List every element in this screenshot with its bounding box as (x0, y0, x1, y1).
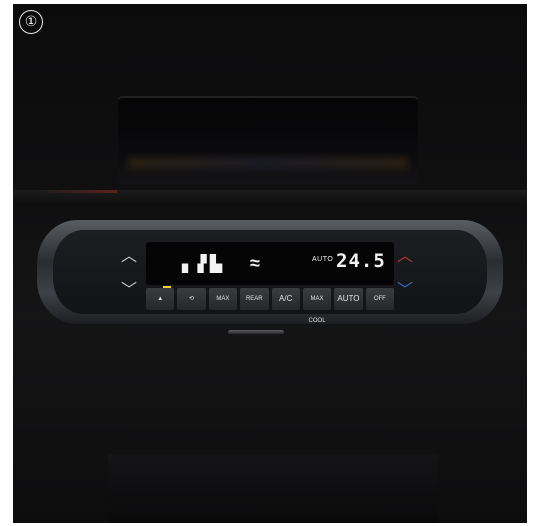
infotainment-screen (118, 96, 418, 184)
fan-speed-icon: ▖▗▘▙ (182, 256, 222, 273)
max-defrost-button[interactable]: MAX (208, 288, 238, 310)
dash-accent-stitch (37, 190, 117, 193)
max-cool-button[interactable]: MAX COOL (302, 288, 332, 324)
chevron-up-icon: ︿ (120, 248, 137, 265)
climate-display: ▖▗▘▙ ≈ AUTO 24.5 (146, 242, 394, 285)
dashboard-photo: ① ︿ ﹀ ︿ ﹀ ▖▗▘▙ ≈ AUTO 24.5 ▲ ⟲ MAX REAR … (13, 4, 527, 523)
chevron-down-icon: ﹀ (120, 282, 137, 299)
chevron-down-icon: ﹀ (396, 282, 413, 299)
panel-slot (228, 330, 284, 334)
ac-button[interactable]: A/C (271, 288, 300, 310)
airflow-mode-icon: ≈ (250, 253, 260, 273)
rear-defrost-button[interactable]: REAR (240, 288, 269, 310)
auto-indicator: AUTO (312, 256, 334, 263)
recirculation-button[interactable]: ⟲ (177, 288, 206, 310)
temperature-readout: 24.5 (336, 250, 386, 272)
chevron-up-icon: ︿ (396, 248, 413, 265)
front-defrost-button[interactable]: ▲ (146, 288, 175, 310)
climate-off-button[interactable]: OFF (365, 288, 394, 310)
auto-button[interactable]: AUTO (334, 288, 363, 310)
screen-glow (128, 158, 408, 168)
center-console (108, 454, 438, 523)
step-number-badge: ① (19, 10, 43, 34)
climate-button-row: ▲ ⟲ MAX REAR A/C MAX COOL AUTO OFF (146, 288, 394, 324)
